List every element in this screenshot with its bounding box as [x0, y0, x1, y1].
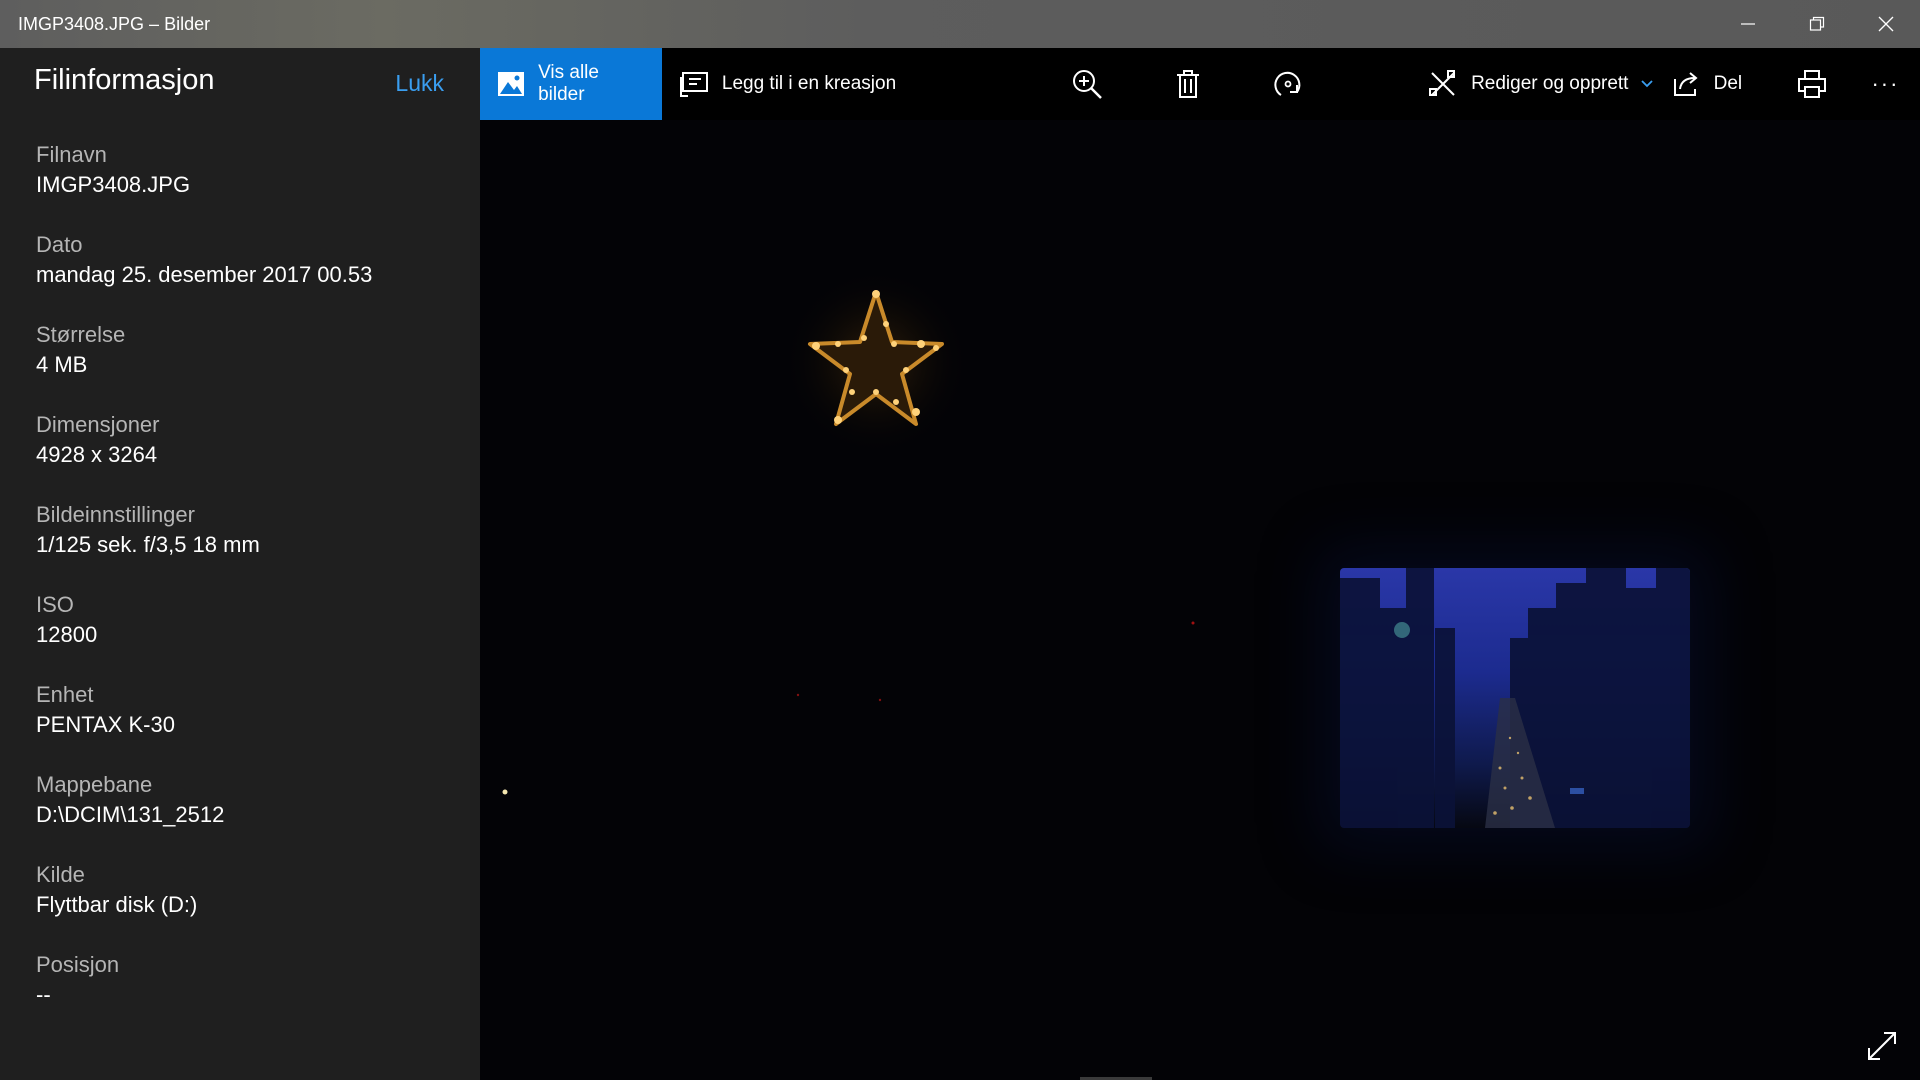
info-value: 4 MB: [36, 352, 88, 377]
picture-icon: [496, 68, 526, 100]
add-to-creation-button[interactable]: Legg til i en kreasjon: [662, 48, 1037, 120]
zoom-button[interactable]: [1037, 48, 1138, 120]
info-item-iso: ISO 12800: [36, 590, 456, 680]
expand-icon[interactable]: [1864, 1028, 1900, 1064]
file-info-title: Filinformasjon: [34, 64, 215, 96]
info-value: 4928 x 3264: [36, 442, 158, 467]
info-label: Dimensjoner: [36, 412, 160, 437]
info-label: Filnavn: [36, 142, 107, 167]
info-label: Mappebane: [36, 772, 153, 797]
info-item-filename: Filnavn IMGP3408.JPG: [36, 140, 456, 230]
trash-icon: [1176, 70, 1199, 98]
chevron-down-icon: [1640, 77, 1654, 91]
file-info-header: Filinformasjon Lukk: [0, 48, 480, 120]
share-icon: [1670, 68, 1702, 100]
zoom-in-icon: [1072, 70, 1102, 99]
info-item-date: Dato mandag 25. desember 2017 00.53: [36, 230, 456, 320]
rotate-icon: [1274, 71, 1301, 96]
close-window-button[interactable]: [1851, 0, 1920, 48]
rotate-button[interactable]: [1238, 48, 1339, 120]
info-value: PENTAX K-30: [36, 712, 175, 737]
info-value: 1/125 sek. f/3,5 18 mm: [36, 532, 260, 557]
info-item-settings: Bildeinnstillinger 1/125 sek. f/3,5 18 m…: [36, 500, 456, 590]
more-options-button[interactable]: ···: [1851, 48, 1920, 120]
info-item-source: Kilde Flyttbar disk (D:): [36, 860, 456, 950]
printer-icon: [1797, 70, 1826, 98]
info-label: Bildeinnstillinger: [36, 502, 195, 527]
info-item-folder-path: Mappebane D:\DCIM\131_2512: [36, 770, 456, 860]
info-label: Dato: [36, 232, 83, 257]
info-item-size: Størrelse 4 MB: [36, 320, 456, 410]
edit-create-button[interactable]: Rediger og opprett: [1427, 48, 1670, 120]
info-item-dimensions: Dimensjoner 4928 x 3264: [36, 410, 456, 500]
info-value: IMGP3408.JPG: [36, 172, 191, 197]
add-to-creation-label: Legg til i en kreasjon: [721, 73, 897, 94]
restore-icon: [1809, 16, 1824, 31]
minimize-button[interactable]: [1713, 0, 1782, 48]
info-value: mandag 25. desember 2017 00.53: [36, 262, 373, 287]
info-item-position: Posisjon --: [36, 950, 456, 1040]
photo-toolbar: Vis alle bilder Legg til i en kreasjon R…: [480, 48, 1920, 120]
edit-create-icon: [1427, 68, 1459, 100]
add-to-creation-icon: [678, 68, 710, 100]
view-all-photos-button[interactable]: Vis alle bilder: [480, 48, 662, 120]
info-label: Størrelse: [36, 322, 126, 347]
info-item-device: Enhet PENTAX K-30: [36, 680, 456, 770]
close-panel-link[interactable]: Lukk: [395, 70, 444, 97]
share-button[interactable]: Del: [1670, 48, 1773, 120]
photo-viewer[interactable]: [480, 120, 1920, 1080]
info-value: 12800: [36, 622, 98, 647]
info-label: ISO: [36, 592, 74, 617]
info-value: Flyttbar disk (D:): [36, 892, 198, 917]
window-title: IMGP3408.JPG – Bilder: [18, 13, 211, 34]
view-all-photos-label: Vis alle bilder: [538, 62, 599, 105]
photo-light-dots: [502, 621, 1195, 795]
info-label: Posisjon: [36, 952, 120, 977]
restore-button[interactable]: [1782, 0, 1851, 48]
file-info-panel: Filinformasjon Lukk Filnavn IMGP3408.JPG…: [0, 48, 480, 1080]
info-value: --: [36, 982, 51, 1007]
edit-create-label: Rediger og opprett: [1471, 73, 1629, 94]
file-info-list: Filnavn IMGP3408.JPG Dato mandag 25. des…: [36, 140, 456, 1040]
info-label: Enhet: [36, 682, 94, 707]
delete-button[interactable]: [1137, 48, 1238, 120]
minimize-icon: [1740, 23, 1755, 25]
title-bar: IMGP3408.JPG – Bilder: [0, 0, 1920, 48]
close-icon: [1878, 16, 1893, 32]
info-label: Kilde: [36, 862, 85, 887]
info-value: D:\DCIM\131_2512: [36, 802, 225, 827]
share-label: Del: [1713, 73, 1743, 94]
print-button[interactable]: [1772, 48, 1851, 120]
